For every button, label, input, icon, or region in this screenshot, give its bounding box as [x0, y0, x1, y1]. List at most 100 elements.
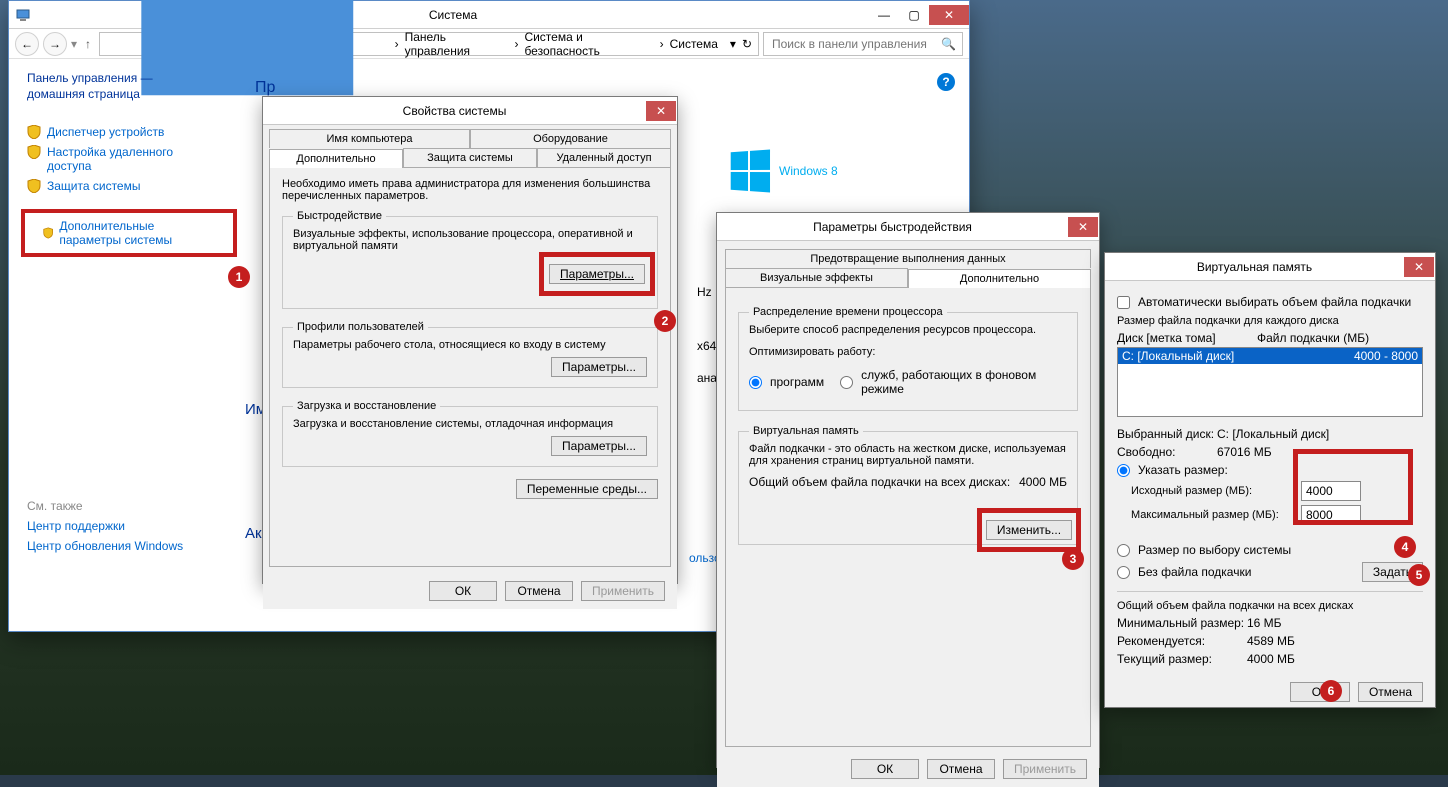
sidebar-link-remote[interactable]: Настройка удаленного доступа: [27, 145, 215, 173]
total-header: Общий объем файла подкачки на всех диска…: [1117, 600, 1423, 612]
search-icon[interactable]: 🔍: [941, 37, 956, 51]
minimize-button[interactable]: —: [869, 5, 899, 25]
breadcrumb-item[interactable]: Система и безопасность: [522, 30, 655, 58]
group-desc: Визуальные эффекты, использование процес…: [293, 228, 647, 252]
sidebar-link-protection[interactable]: Защита системы: [27, 179, 215, 193]
nav-toolbar: ← → ▾ ↑ › Панель управления › Система и …: [9, 29, 969, 59]
virtual-memory-dialog: Виртуальная память ✕ Автоматически выбир…: [1104, 252, 1436, 708]
text-fragment: ана: [697, 371, 717, 385]
cancel-button[interactable]: Отмена: [1358, 682, 1423, 702]
page-title: Пр: [255, 79, 947, 97]
initial-size-label: Исходный размер (МБ):: [1131, 485, 1301, 497]
performance-settings-button[interactable]: Параметры...: [549, 264, 645, 284]
tab-visual[interactable]: Визуальные эффекты: [725, 268, 908, 287]
dialog-title: Свойства системы: [263, 104, 646, 118]
apply-button[interactable]: Применить: [1003, 759, 1087, 779]
text-fragment: x64: [697, 339, 716, 353]
search-input[interactable]: [770, 36, 941, 52]
tab-dep[interactable]: Предотвращение выполнения данных: [725, 249, 1091, 268]
tab-computer-name[interactable]: Имя компьютера: [269, 129, 470, 148]
radio-system-managed[interactable]: Размер по выбору системы: [1117, 543, 1423, 557]
vmem-total-value: 4000 МБ: [1019, 475, 1067, 489]
cancel-button[interactable]: Отмена: [927, 759, 995, 779]
recommended-value: 4589 МБ: [1247, 634, 1295, 648]
optimize-label: Оптимизировать работу:: [749, 346, 1067, 358]
auto-manage-checkbox[interactable]: Автоматически выбирать объем файла подка…: [1117, 295, 1423, 309]
annotation-1: 1: [228, 266, 250, 288]
dialog-titlebar: Свойства системы ✕: [263, 97, 677, 125]
breadcrumb-item[interactable]: Панель управления: [403, 30, 511, 58]
forward-button[interactable]: →: [43, 32, 67, 56]
selected-disk-label: Выбранный диск:: [1117, 427, 1217, 441]
back-button[interactable]: ←: [15, 32, 39, 56]
drive-list[interactable]: C: [Локальный диск] 4000 - 8000: [1117, 347, 1423, 417]
group-desc: Файл подкачки - это область на жестком д…: [749, 443, 1067, 467]
selected-disk-value: C: [Локальный диск]: [1217, 427, 1329, 441]
help-icon[interactable]: ?: [937, 73, 955, 91]
annotation-2: 2: [654, 310, 676, 332]
history-dropdown-icon[interactable]: ▾: [71, 37, 77, 51]
tab-advanced[interactable]: Дополнительно: [908, 269, 1091, 288]
current-size-value: 4000 МБ: [1247, 652, 1295, 666]
chevron-down-icon[interactable]: ▾: [728, 37, 738, 51]
shield-icon: [27, 125, 41, 139]
sidebar-home[interactable]: домашняя страница: [27, 87, 215, 101]
breadcrumb-item[interactable]: Система: [668, 37, 720, 51]
change-button[interactable]: Изменить...: [986, 520, 1072, 540]
apply-button[interactable]: Применить: [581, 581, 665, 601]
col-disk: Диск [метка тома]: [1117, 331, 1257, 345]
highlight-box-3: Изменить...: [977, 508, 1081, 552]
close-button[interactable]: ✕: [646, 101, 676, 121]
ok-button[interactable]: ОК: [429, 581, 497, 601]
sidebar-link-advanced[interactable]: Дополнительные параметры системы: [59, 219, 215, 247]
startup-group: Загрузка и восстановление Загрузка и вос…: [282, 400, 658, 467]
annotation-3: 3: [1062, 548, 1084, 570]
group-desc: Выберите способ распределения ресурсов п…: [749, 324, 1067, 336]
up-button[interactable]: ↑: [85, 37, 91, 51]
free-space-label: Свободно:: [1117, 445, 1217, 459]
dialog-title: Виртуальная память: [1105, 260, 1404, 274]
search-box[interactable]: 🔍: [763, 32, 963, 56]
tab-content: Необходимо иметь права администратора дл…: [269, 167, 671, 567]
env-vars-button[interactable]: Переменные среды...: [516, 479, 658, 499]
annotation-5: 5: [1408, 564, 1430, 586]
virtual-memory-group: Виртуальная память Файл подкачки - это о…: [738, 425, 1078, 545]
startup-settings-button[interactable]: Параметры...: [551, 436, 647, 456]
sidebar-header[interactable]: Панель управления —: [27, 71, 215, 85]
refresh-icon[interactable]: ↻: [740, 37, 754, 51]
see-also-header: См. также: [27, 499, 215, 513]
tab-remote[interactable]: Удаленный доступ: [537, 148, 671, 167]
cancel-button[interactable]: Отмена: [505, 581, 573, 601]
close-button[interactable]: ✕: [1404, 257, 1434, 277]
tab-protection[interactable]: Защита системы: [403, 148, 537, 167]
maximize-button[interactable]: ▢: [899, 5, 929, 25]
ok-button[interactable]: ОК: [851, 759, 919, 779]
size-header: Размер файла подкачки для каждого диска: [1117, 315, 1423, 327]
tab-content: Распределение времени процессора Выберит…: [725, 287, 1091, 747]
windows8-logo: Windows 8: [729, 151, 838, 191]
sidebar-link-winupdate[interactable]: Центр обновления Windows: [27, 539, 215, 553]
drive-row[interactable]: C: [Локальный диск] 4000 - 8000: [1118, 348, 1422, 364]
dialog-titlebar: Виртуальная память ✕: [1105, 253, 1435, 281]
shield-icon: [27, 179, 41, 193]
tab-hardware[interactable]: Оборудование: [470, 129, 671, 148]
group-legend: Профили пользователей: [293, 321, 428, 333]
close-button[interactable]: ✕: [1068, 217, 1098, 237]
profiles-group: Профили пользователей Параметры рабочего…: [282, 321, 658, 388]
radio-programs[interactable]: программ: [749, 368, 824, 396]
radio-no-pagefile[interactable]: Без файла подкачки: [1117, 565, 1362, 579]
dialog-titlebar: Параметры быстродействия ✕: [717, 213, 1099, 241]
group-desc: Параметры рабочего стола, относящиеся ко…: [293, 339, 647, 351]
profiles-settings-button[interactable]: Параметры...: [551, 357, 647, 377]
sidebar-link-device-manager[interactable]: Диспетчер устройств: [27, 125, 215, 139]
close-button[interactable]: ✕: [929, 5, 969, 25]
system-properties-dialog: Свойства системы ✕ Имя компьютера Оборуд…: [262, 96, 678, 584]
col-pagefile: Файл подкачки (МБ): [1257, 331, 1369, 345]
tab-advanced[interactable]: Дополнительно: [269, 149, 403, 168]
radio-services[interactable]: служб, работающих в фоновом режиме: [840, 368, 1067, 396]
performance-group: Быстродействие Визуальные эффекты, испол…: [282, 210, 658, 309]
sidebar-link-support[interactable]: Центр поддержки: [27, 519, 215, 533]
highlight-box-1: Дополнительные параметры системы: [21, 209, 237, 257]
sidebar: Панель управления — домашняя страница Ди…: [9, 59, 233, 631]
breadcrumb[interactable]: › Панель управления › Система и безопасн…: [99, 32, 759, 56]
